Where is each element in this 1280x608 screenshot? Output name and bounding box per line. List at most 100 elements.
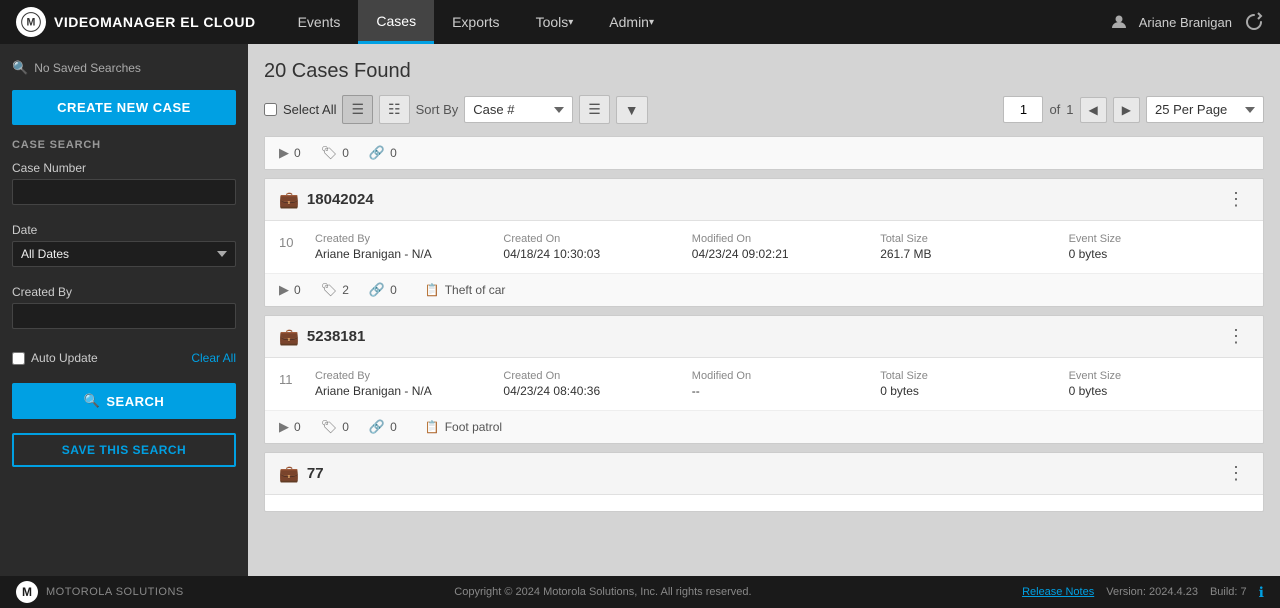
case-index-11: 11 [279,370,299,398]
case-card-12: 💼 77 ⋮ [264,452,1264,512]
sort-asc-button[interactable]: ☰ [579,95,610,124]
search-icon-btn: 🔍 [84,393,101,409]
select-all-checkbox[interactable] [264,103,277,116]
next-page-button[interactable]: ▶ [1113,97,1140,123]
footer-stat-tag-11: 🏷 0 [321,419,349,435]
nav-exports[interactable]: Exports [434,0,517,44]
video-play-icon-11: ▶ [279,419,289,435]
link-icon: 🔗 [369,145,385,161]
nav-cases[interactable]: Cases [358,0,434,44]
case-card-header-12: 💼 77 ⋮ [265,453,1263,495]
case-search-label: CASE SEARCH [12,139,236,151]
footer-bar: M MOTOROLA SOLUTIONS Copyright © 2024 Mo… [0,576,1280,608]
tag-icon-11: 🏷 [321,419,338,435]
created-by-field-11: Created By Ariane Branigan - N/A [315,370,495,398]
partial-stat-tag: 🏷 0 [321,145,349,161]
case-briefcase-icon-11: 💼 [279,327,299,347]
prev-page-button[interactable]: ◀ [1080,97,1107,123]
date-select[interactable]: All Dates Today Last 7 Days Last 30 Days… [12,241,236,267]
case-number-12: 77 [307,465,1223,482]
date-label: Date [12,223,236,237]
video-play-icon-10: ▶ [279,282,289,298]
nav-admin[interactable]: Admin [591,0,672,44]
created-by-input[interactable] [12,303,236,329]
create-case-button[interactable]: CREATE NEW CASE [12,90,236,125]
sidebar: 🔍 No Saved Searches CREATE NEW CASE CASE… [0,44,248,576]
total-size-field-11: Total Size 0 bytes [880,370,1060,398]
case-number-10: 18042024 [307,191,1223,208]
username: Ariane Branigan [1139,15,1232,30]
case-details-10: Created By Ariane Branigan - N/A Created… [315,233,1249,261]
sort-desc-button[interactable]: ▼ [616,96,648,124]
auto-update-label: Auto Update [31,351,98,365]
toolbar-left: Select All ☰ ☷ Sort By Case # Created On… [264,95,995,124]
partial-stat-link: 🔗 0 [369,145,397,161]
case-briefcase-icon-10: 💼 [279,190,299,210]
case-index-10: 10 [279,233,299,261]
per-page-select[interactable]: 25 Per Page 50 Per Page 100 Per Page [1146,96,1264,123]
case-number-field-group: Case Number [12,161,236,205]
case-menu-button-10[interactable]: ⋮ [1223,189,1249,210]
top-nav: M VIDEOMANAGER EL CLOUD Events Cases Exp… [0,0,1280,44]
footer-brand: M MOTOROLA SOLUTIONS [16,581,184,603]
auto-update-left: Auto Update [12,351,98,365]
refresh-icon[interactable] [1244,12,1264,32]
case-footer-10: ▶ 0 🏷 2 🔗 0 📋 Theft of car [265,273,1263,306]
brand: M VIDEOMANAGER EL CLOUD [16,7,256,37]
modified-on-field-11: Modified On -- [692,370,872,398]
link-icon-11: 🔗 [369,419,385,435]
sort-by-label: Sort By [416,102,459,117]
grid-view-button[interactable]: ☷ [379,95,410,124]
footer-stat-link-10: 🔗 0 [369,282,397,298]
footer-tag-10: 📋 Theft of car [425,283,506,297]
case-menu-button-12[interactable]: ⋮ [1223,463,1249,484]
case-menu-button-11[interactable]: ⋮ [1223,326,1249,347]
modified-on-field-10: Modified On 04/23/24 09:02:21 [692,233,872,261]
partial-card-footer: ▶ 0 🏷 0 🔗 0 [265,137,1263,169]
svg-text:M: M [27,16,36,28]
event-size-field-11: Event Size 0 bytes [1069,370,1249,398]
footer-version: Version: 2024.4.23 [1106,586,1198,598]
page-number-input[interactable]: 1 [1003,96,1043,123]
save-search-button[interactable]: SAVE THIS SEARCH [12,433,236,467]
toolbar-right: 1 of 1 ◀ ▶ 25 Per Page 50 Per Page 100 P… [1003,96,1264,123]
created-by-field-10: Created By Ariane Branigan - N/A [315,233,495,261]
list-view-button[interactable]: ☰ [342,95,373,124]
info-icon[interactable]: ℹ [1259,584,1264,601]
total-size-field-10: Total Size 261.7 MB [880,233,1060,261]
sort-select[interactable]: Case # Created On Modified On Total Size [464,96,573,123]
no-saved-searches: 🔍 No Saved Searches [12,56,236,80]
tag-label-icon-11: 📋 [425,420,440,434]
toolbar: Select All ☰ ☷ Sort By Case # Created On… [264,95,1264,124]
case-card-header-10: 💼 18042024 ⋮ [265,179,1263,221]
clear-all-link[interactable]: Clear All [191,351,236,365]
search-button[interactable]: 🔍 SEARCH [12,383,236,419]
case-number-label: Case Number [12,161,236,175]
release-notes-link[interactable]: Release Notes [1022,586,1094,598]
tag-icon-10: 🏷 [321,282,338,298]
main-content: 20 Cases Found Select All ☰ ☷ Sort By Ca… [248,44,1280,576]
search-icon: 🔍 [12,60,28,76]
case-footer-11: ▶ 0 🏷 0 🔗 0 📋 Foot patrol [265,410,1263,443]
link-icon-10: 🔗 [369,282,385,298]
footer-copyright: Copyright © 2024 Motorola Solutions, Inc… [200,586,1006,598]
case-number-input[interactable] [12,179,236,205]
nav-tools[interactable]: Tools [518,0,592,44]
date-field-group: Date All Dates Today Last 7 Days Last 30… [12,223,236,267]
auto-update-checkbox[interactable] [12,352,25,365]
brand-title: VIDEOMANAGER EL CLOUD [54,14,256,30]
partial-case-card: ▶ 0 🏷 0 🔗 0 [264,136,1264,170]
footer-stat-tag-10: 🏷 2 [321,282,349,298]
footer-tag-11: 📋 Foot patrol [425,420,502,434]
page-title: 20 Cases Found [264,60,1264,83]
created-on-field-10: Created On 04/18/24 10:30:03 [503,233,683,261]
page-of-label: of [1049,102,1060,117]
nav-right: Ariane Branigan [1111,12,1264,32]
case-briefcase-icon-12: 💼 [279,464,299,484]
case-details-11: Created By Ariane Branigan - N/A Created… [315,370,1249,398]
nav-items: Events Cases Exports Tools Admin [280,0,1111,44]
tag-label-icon-10: 📋 [425,283,440,297]
page-total: 1 [1066,102,1073,117]
nav-events[interactable]: Events [280,0,359,44]
motorola-logo: M [16,7,46,37]
